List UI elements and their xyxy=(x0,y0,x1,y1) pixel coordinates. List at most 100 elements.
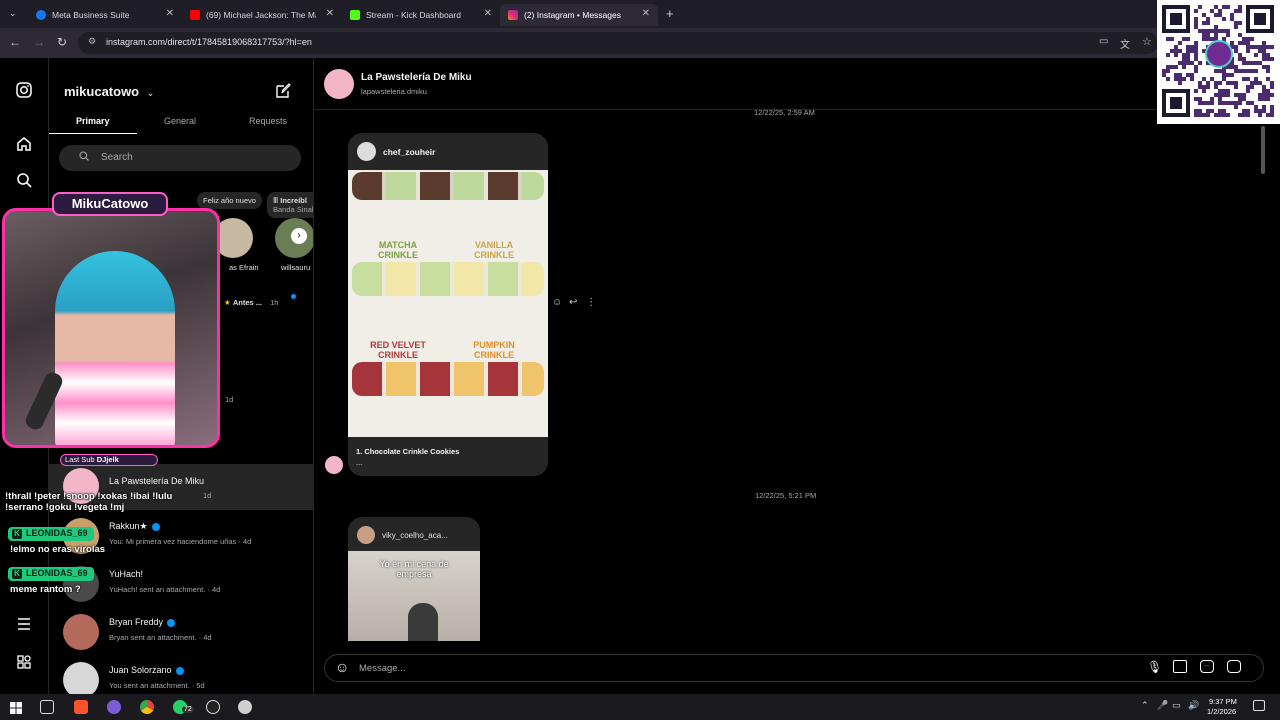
close-tab-icon[interactable]: ✕ xyxy=(326,8,334,19)
more-apps-icon[interactable] xyxy=(15,654,33,672)
reload-icon[interactable]: ↻ xyxy=(57,35,67,49)
thread-name: Bryan Freddy xyxy=(109,617,176,627)
emoji-icon[interactable]: ☺ xyxy=(335,659,349,675)
thread-preview: You sent an attachment. · 5d xyxy=(109,681,205,690)
post-caption: 1. Chocolate Crinkle Cookies xyxy=(356,447,460,456)
sticker-icon[interactable] xyxy=(1227,660,1241,673)
recipe-section-title: PUMPKIN CRINKLE xyxy=(473,340,515,360)
menu-icon[interactable] xyxy=(15,616,33,634)
tab-primary[interactable]: Primary xyxy=(76,116,110,126)
account-username: mikucatowo xyxy=(64,84,140,99)
react-emoji-icon[interactable]: ☺ xyxy=(552,297,562,308)
note-text: Increíbl xyxy=(280,196,307,205)
close-tab-icon[interactable]: ✕ xyxy=(166,8,174,19)
windows-start-icon[interactable] xyxy=(10,701,22,719)
network-icon[interactable]: ▭ xyxy=(1172,700,1181,711)
post-image: MATCHA CRINKLE VANILLA CRINKLE RED VELVE… xyxy=(348,170,548,437)
tray-chevron-icon[interactable]: ⌃ xyxy=(1141,700,1149,711)
home-icon[interactable] xyxy=(15,136,33,154)
search-icon[interactable] xyxy=(15,172,33,190)
microphone-icon[interactable]: 🎙 xyxy=(1147,660,1162,674)
kick-icon: K xyxy=(12,529,22,539)
back-icon[interactable]: ← xyxy=(9,35,21,49)
active-tab-indicator xyxy=(49,133,137,134)
tab-youtube[interactable]: (69) Michael Jackson: The Man ✕ xyxy=(182,4,342,26)
tab-meta-business-suite[interactable]: Meta Business Suite ✕ xyxy=(28,4,182,26)
conversation-header: La Pawstelería De Miku lapawsteleria.dmi… xyxy=(314,58,1280,110)
shared-reel[interactable]: viky_coelho_aca... Yo en mi cena de empr… xyxy=(348,517,480,641)
account-switcher[interactable]: mikucatowo ⌄ xyxy=(64,84,154,99)
note-subtext: Banda Sinalc xyxy=(273,205,314,214)
tab-requests[interactable]: Requests xyxy=(249,116,287,126)
task-view-icon[interactable] xyxy=(40,700,54,714)
recipe-section-title: MATCHA CRINKLE xyxy=(378,240,418,260)
note-bubble[interactable]: Feliz año nuevo xyxy=(197,192,262,209)
post-author-avatar xyxy=(357,142,376,161)
qr-code-image xyxy=(1157,0,1280,124)
cast-icon[interactable]: ▭ xyxy=(1099,36,1108,47)
verified-badge-icon xyxy=(151,522,160,531)
chat-username: LEONIDAS_69 xyxy=(26,528,88,538)
last-sub-label: Last Sub xyxy=(65,455,95,464)
browser-app-icon[interactable] xyxy=(107,700,121,714)
new-tab-button[interactable]: + xyxy=(666,6,674,21)
conversation-title[interactable]: La Pawstelería De Miku xyxy=(361,72,472,83)
cookie-row xyxy=(352,362,544,396)
clock-time[interactable]: 9:37 PM xyxy=(1209,697,1237,706)
microphone-tray-icon[interactable]: 🎤 xyxy=(1157,700,1168,711)
more-options-icon[interactable]: ⋮ xyxy=(586,297,596,308)
thread-preview: 1d xyxy=(203,491,212,500)
url-text: instagram.com/direct/t/17845819068317753… xyxy=(106,37,312,47)
carousel-next-icon[interactable]: › xyxy=(291,228,307,244)
tab-kick-dashboard[interactable]: Stream - Kick Dashboard ✕ xyxy=(342,4,500,26)
brave-icon[interactable] xyxy=(74,700,88,714)
star-icon: ★ xyxy=(224,298,231,307)
conversation-avatar[interactable] xyxy=(324,69,354,99)
chrome-icon[interactable] xyxy=(140,700,154,714)
close-tab-icon[interactable]: ✕ xyxy=(484,8,492,19)
notifications-icon[interactable] xyxy=(1253,700,1265,711)
last-sub-user: DJjelk xyxy=(96,455,119,464)
last-sub-banner: Last Sub DJjelk xyxy=(60,454,158,466)
tab-general[interactable]: General xyxy=(164,116,196,126)
app-icon[interactable] xyxy=(238,700,252,714)
clock-date[interactable]: 1/2/2026 xyxy=(1207,707,1236,716)
partial-thread-preview[interactable]: ★ Antes ... 1h xyxy=(224,298,278,307)
new-message-icon[interactable] xyxy=(275,83,291,104)
site-info-icon[interactable]: ⚙ xyxy=(88,36,96,47)
volume-icon[interactable]: 🔊 xyxy=(1188,700,1199,711)
thread-preview: Bryan sent an attachment. · 4d xyxy=(109,633,212,642)
shared-post[interactable]: chef_zouheir MATCHA CRINKLE VANILLA CRIN… xyxy=(348,133,548,476)
thread-row[interactable]: Juan Solorzano You sent an attachment. ·… xyxy=(49,658,313,694)
search-input[interactable]: Search xyxy=(59,145,301,171)
instagram-logo-icon[interactable] xyxy=(15,82,33,100)
tab-list-icon[interactable]: ⌄ xyxy=(9,8,17,19)
close-tab-icon[interactable]: ✕ xyxy=(642,8,650,19)
reply-icon[interactable]: ↩ xyxy=(569,297,577,308)
thread-time: 1d xyxy=(225,395,234,404)
cookie-row xyxy=(352,262,544,296)
tab-instagram-messages[interactable]: (2) Instagram • Messages ✕ xyxy=(500,4,658,26)
gif-icon[interactable]: ··· xyxy=(1200,660,1214,673)
tab-label: (2) Instagram • Messages xyxy=(524,10,621,20)
tab-label: Meta Business Suite xyxy=(52,10,130,20)
recipe-section-title: RED VELVET CRINKLE xyxy=(370,340,426,360)
scrollbar-thumb[interactable] xyxy=(1261,126,1265,174)
chevron-down-icon: ⌄ xyxy=(146,88,155,98)
address-bar[interactable]: ⚙ instagram.com/direct/t/178458190683177… xyxy=(78,32,1158,54)
obs-icon[interactable] xyxy=(206,700,220,714)
message-input[interactable]: ☺ Message... 🎙 ··· xyxy=(324,654,1264,682)
verified-badge-icon xyxy=(175,666,184,675)
thread-time: 1h xyxy=(270,298,279,307)
thread-row[interactable]: Bryan Freddy Bryan sent an attachment. ·… xyxy=(49,610,313,656)
chat-username-badge: K LEONIDAS_69 xyxy=(8,567,94,581)
forward-icon[interactable]: → xyxy=(33,35,45,49)
scrollbar[interactable] xyxy=(1259,126,1267,642)
bookmark-star-icon[interactable]: ☆ xyxy=(1142,35,1152,48)
translate-icon[interactable]: 文 xyxy=(1120,36,1130,51)
post-caption-more: ... xyxy=(356,458,363,467)
avatar xyxy=(63,662,99,694)
image-icon[interactable] xyxy=(1173,660,1187,673)
note-bubble[interactable]: Ⅲ Increíbl Banda Sinalc xyxy=(267,192,314,218)
post-author-avatar xyxy=(357,526,375,544)
